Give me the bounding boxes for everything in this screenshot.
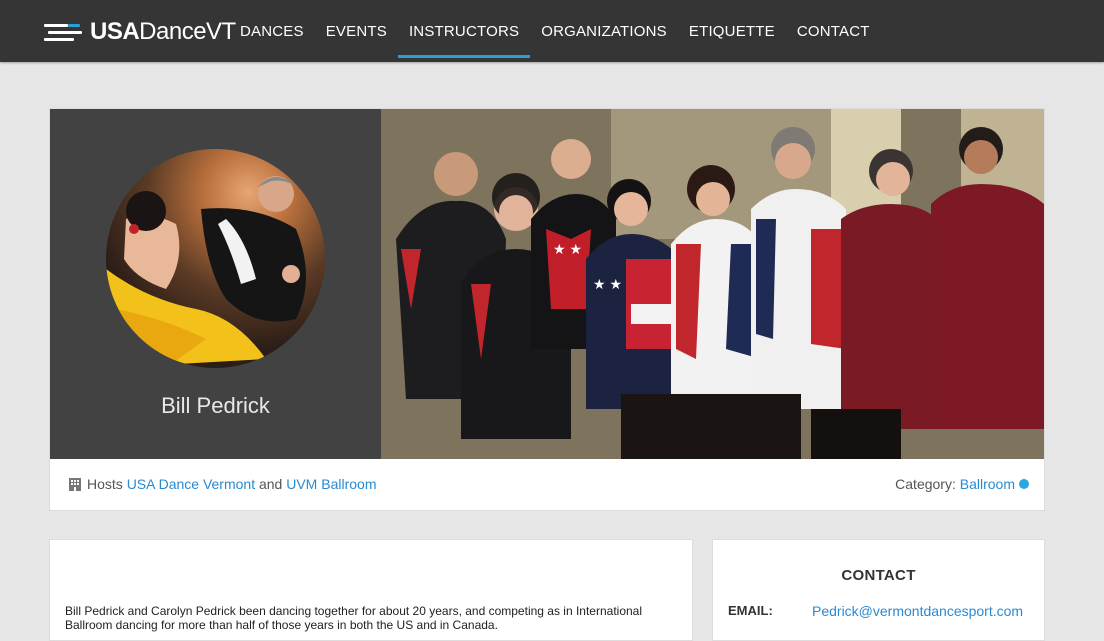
- bio-card: Bill Pedrick and Carolyn Pedrick been da…: [49, 539, 693, 641]
- email-label: EMAIL:: [728, 603, 773, 618]
- svg-text:★ ★: ★ ★: [593, 276, 622, 292]
- nav-events[interactable]: EVENTS: [315, 0, 398, 62]
- category-label: Category:: [895, 476, 956, 492]
- hosts-prefix: Hosts: [87, 476, 123, 492]
- nav-organizations[interactable]: ORGANIZATIONS: [530, 0, 678, 62]
- category-link[interactable]: Ballroom: [960, 459, 1015, 509]
- instructor-name: Bill Pedrick: [161, 393, 270, 418]
- nav-instructors[interactable]: INSTRUCTORS: [397, 0, 531, 62]
- host-link-usa-dance-vermont[interactable]: USA Dance Vermont: [127, 459, 255, 509]
- nav-etiquette[interactable]: ETIQUETTE: [678, 0, 786, 62]
- profile-left-panel: Bill Pedrick: [50, 109, 381, 459]
- category: Category: Ballroom: [895, 459, 1029, 509]
- category-dot-icon: [1019, 479, 1029, 489]
- instructor-profile-card: Bill Pedrick ★ ★ ★ ★ Hosts USA Dance Ver…: [49, 108, 1045, 511]
- logo-text: USADanceVT: [90, 20, 236, 44]
- avatar-image: [106, 176, 306, 368]
- host-link-uvm-ballroom[interactable]: UVM Ballroom: [286, 459, 376, 509]
- site-logo[interactable]: USADanceVT: [44, 20, 236, 44]
- hosts-line: Hosts USA Dance Vermont and UVM Ballroom: [69, 459, 376, 509]
- nav-contact[interactable]: CONTACT: [786, 0, 881, 62]
- hosts-bar: Hosts USA Dance Vermont and UVM Ballroom…: [50, 459, 1044, 510]
- logo-lines-icon: [44, 21, 82, 43]
- contact-title: CONTACT: [841, 567, 916, 584]
- main-nav: DANCES EVENTS INSTRUCTORS ORGANIZATIONS …: [229, 0, 881, 62]
- group-photo-image: ★ ★ ★ ★: [381, 109, 1044, 459]
- bio-text: Bill Pedrick and Carolyn Pedrick been da…: [65, 604, 643, 632]
- nav-dances[interactable]: DANCES: [229, 0, 315, 62]
- logo-text-rest: DanceVT: [139, 18, 236, 45]
- email-link[interactable]: Pedrick@vermontdancesport.com: [812, 603, 1023, 619]
- svg-text:★ ★: ★ ★: [553, 241, 582, 257]
- contact-card: CONTACT EMAIL: Pedrick@vermontdancesport…: [712, 539, 1045, 641]
- building-icon: [69, 477, 81, 491]
- logo-text-bold: USA: [90, 18, 140, 45]
- hosts-joiner: and: [258, 476, 283, 492]
- top-navbar: USADanceVT DANCES EVENTS INSTRUCTORS ORG…: [0, 0, 1104, 62]
- avatar: [106, 149, 325, 368]
- group-photo: ★ ★ ★ ★: [381, 109, 1044, 459]
